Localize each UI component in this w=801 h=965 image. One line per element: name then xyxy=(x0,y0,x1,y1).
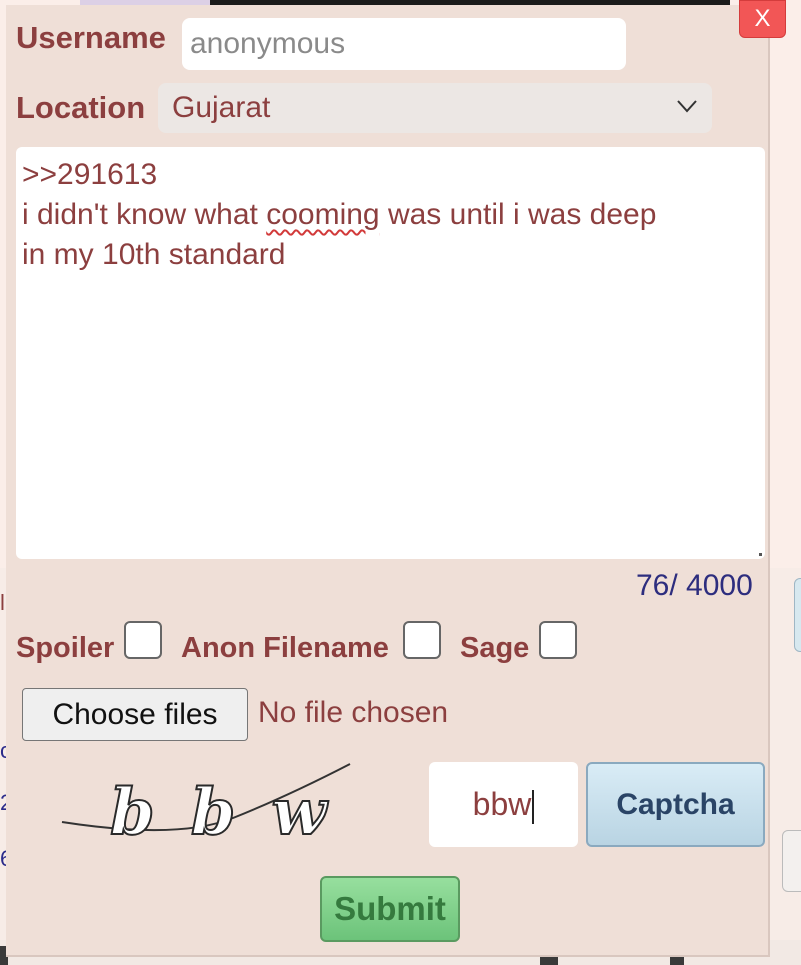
message-line: in my 10th standard xyxy=(22,238,286,271)
spoiler-checkbox[interactable] xyxy=(124,621,162,659)
background-text: l xyxy=(0,590,5,615)
file-status-text: No file chosen xyxy=(258,696,449,729)
username-label: Username xyxy=(16,20,166,55)
location-selected-value: Gujarat xyxy=(172,91,271,124)
captcha-input[interactable]: bbw xyxy=(429,762,578,847)
spoiler-label: Spoiler xyxy=(16,632,115,664)
anon-filename-label: Anon Filename xyxy=(181,632,389,664)
username-input[interactable]: anonymous xyxy=(182,18,626,70)
anon-filename-checkbox[interactable] xyxy=(403,621,441,659)
submit-button[interactable]: Submit xyxy=(320,876,460,942)
message-line: >>291613 xyxy=(22,158,158,191)
misspelled-word: cooming xyxy=(266,198,380,231)
message-textarea[interactable]: >>291613 i didn't know what cooming was … xyxy=(16,147,765,559)
sage-label: Sage xyxy=(460,632,530,664)
location-label: Location xyxy=(16,90,146,125)
text-cursor xyxy=(532,789,535,824)
choose-files-button[interactable]: Choose files xyxy=(22,688,248,741)
captcha-image-text: bbw xyxy=(110,775,358,850)
captcha-button[interactable]: Captcha xyxy=(586,762,765,847)
character-counter: 76/ 4000 xyxy=(636,569,753,602)
resize-handle-icon[interactable] xyxy=(759,553,762,556)
location-select[interactable]: Gujarat xyxy=(158,83,712,133)
close-button[interactable]: X xyxy=(739,0,786,38)
background-button xyxy=(794,578,801,652)
message-line: i didn't know what cooming was until i w… xyxy=(22,198,657,231)
background-button xyxy=(782,830,801,892)
sage-checkbox[interactable] xyxy=(539,621,577,659)
chevron-down-icon xyxy=(677,100,697,113)
captcha-input-value: bbw xyxy=(472,786,532,822)
captcha-image: bbw xyxy=(61,763,358,850)
